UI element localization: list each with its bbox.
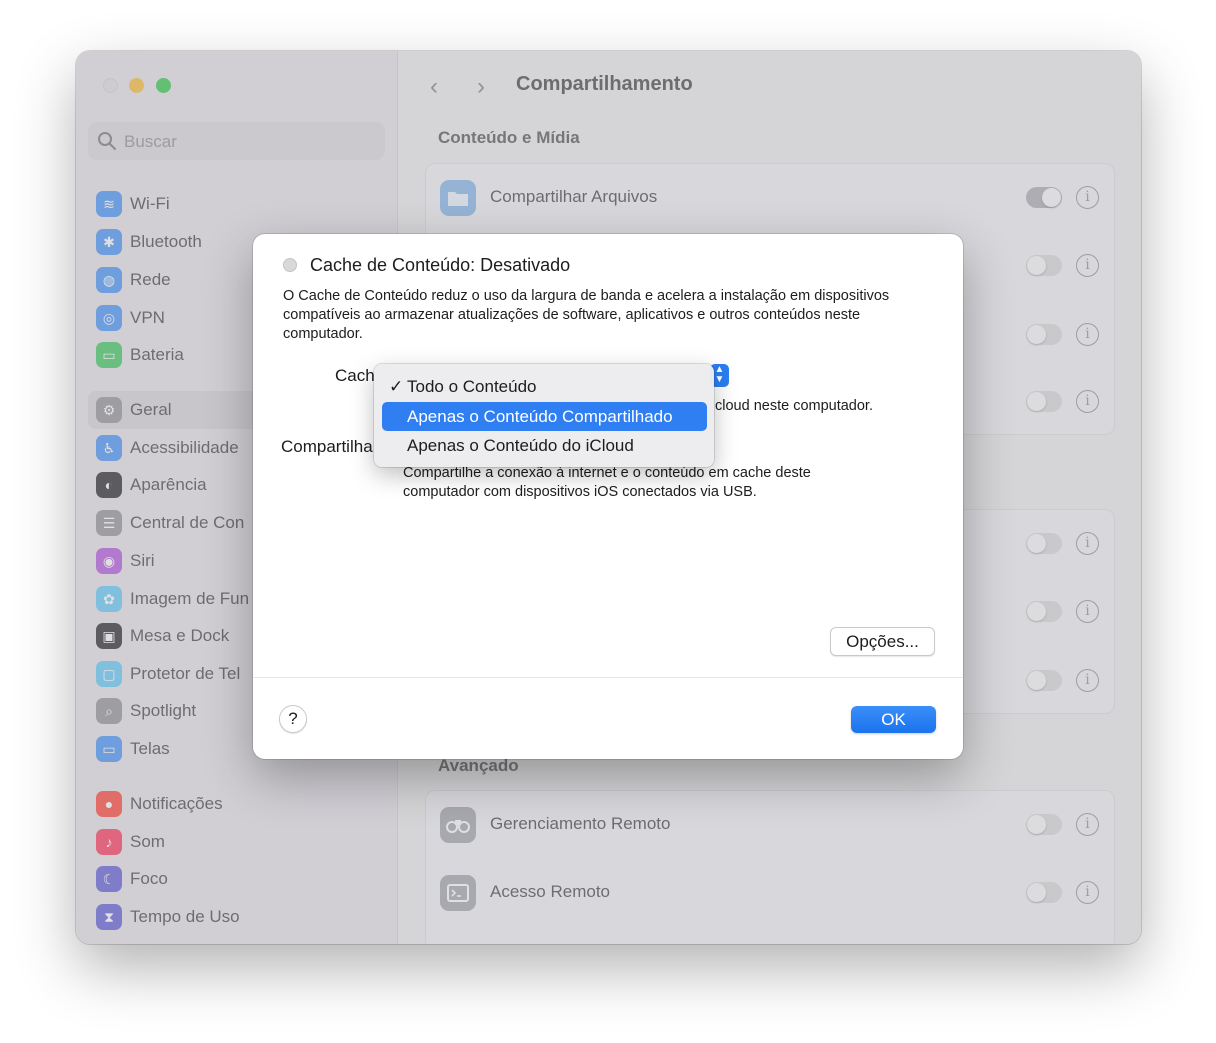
ok-button[interactable]: OK (851, 706, 936, 733)
dialog-title: Cache de Conteúdo: Desativado (310, 255, 571, 275)
share-label: Compartilha (281, 437, 373, 456)
menu-item-shared-content[interactable]: Apenas o Conteúdo Compartilhado (382, 402, 707, 431)
status-indicator (283, 258, 297, 272)
menu-item-icloud-content[interactable]: Apenas o Conteúdo do iCloud (382, 431, 707, 460)
dialog-divider (253, 677, 963, 678)
cache-label: Cach (335, 366, 375, 385)
menu-item-all-content[interactable]: ✓ Todo o Conteúdo (382, 372, 707, 401)
cache-hint: cloud neste computador. (715, 398, 873, 414)
cache-dropdown-menu: ✓ Todo o Conteúdo Apenas o Conteúdo Comp… (374, 364, 714, 467)
help-button[interactable]: ? (279, 705, 307, 733)
menu-item-label: Apenas o Conteúdo Compartilhado (407, 407, 673, 426)
menu-item-label: Apenas o Conteúdo do iCloud (407, 436, 634, 455)
checkmark-icon: ✓ (389, 377, 404, 396)
menu-item-label: Todo o Conteúdo (407, 377, 537, 396)
content-caching-dialog: Cache de Conteúdo: Desativado O Cache de… (253, 234, 963, 759)
options-button[interactable]: Opções... (830, 627, 935, 656)
share-description: Compartilhe a conexão à internet e o con… (403, 465, 811, 500)
dialog-description: O Cache de Conteúdo reduz o uso da largu… (283, 288, 890, 342)
